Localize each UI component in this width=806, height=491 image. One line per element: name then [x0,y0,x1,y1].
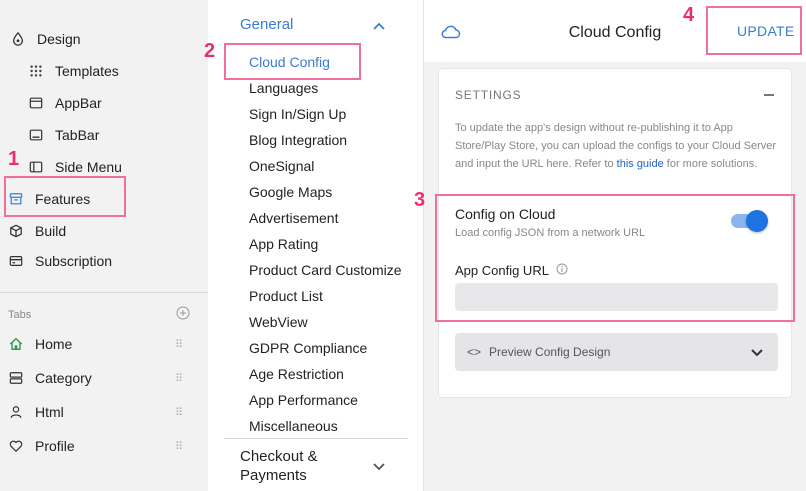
tab-item-label: Html [35,404,64,420]
tab-item-label: Category [35,370,92,386]
home-icon [8,336,24,352]
group-title-checkout[interactable]: Checkout & Payments [240,447,318,485]
sidebar-divider [0,292,208,293]
guide-link[interactable]: this guide [617,158,664,170]
heart-icon [8,438,24,454]
list-item-app-performance[interactable]: App Performance [249,392,358,408]
preview-label: Preview Config Design [489,345,611,359]
list-item-sign-in[interactable]: Sign In/Sign Up [249,106,346,122]
side-menu-icon [28,159,44,175]
drag-handle-icon[interactable]: ⠿ [175,406,183,419]
list-item-advertisement[interactable]: Advertisement [249,210,338,226]
settings-heading: SETTINGS [455,88,522,102]
list-item-product-list[interactable]: Product List [249,288,323,304]
tab-item-profile[interactable]: Profile [8,433,75,459]
group-title-line: Checkout & [240,448,318,465]
design-icon [10,31,26,47]
annotation-box-update [706,6,802,55]
tab-item-html[interactable]: Html [8,399,64,425]
list-item-blog-integration[interactable]: Blog Integration [249,132,347,148]
sidebar-item-label: AppBar [55,95,102,111]
sidebar-item-subscription[interactable]: Subscription [8,248,112,274]
person-icon [8,404,24,420]
annotation-number: 2 [204,40,216,62]
description-text: for more solutions. [663,158,758,170]
annotation-box-cloud-config [224,43,361,80]
chevron-up-icon[interactable] [372,18,386,36]
category-icon [8,370,24,386]
sidebar-item-templates[interactable]: Templates [28,58,119,84]
page-title: Cloud Config [568,24,662,41]
list-item-google-maps[interactable]: Google Maps [249,184,332,200]
tab-item-category[interactable]: Category [8,365,92,391]
list-item-languages[interactable]: Languages [249,80,318,96]
collapse-icon[interactable] [764,94,774,96]
tabs-section-header: Tabs [8,306,190,323]
list-item-age-restriction[interactable]: Age Restriction [249,366,344,382]
list-item-webview[interactable]: WebView [249,314,308,330]
tabs-section-label: Tabs [8,308,32,321]
appbar-icon [28,95,44,111]
tab-item-label: Profile [35,438,75,454]
sidebar-item-appbar[interactable]: AppBar [28,90,102,116]
tab-item-home[interactable]: Home [8,331,72,357]
annotation-box-config-on-cloud [435,194,795,322]
list-item-product-card[interactable]: Product Card Customize [249,262,402,278]
card-icon [8,253,24,269]
tab-item-label: Home [35,336,73,352]
drag-handle-icon[interactable]: ⠿ [175,440,183,453]
preview-config-button[interactable]: <> Preview Config Design [455,333,778,371]
grid-icon [28,63,44,79]
group-title-line: Payments [240,467,307,484]
sidebar-item-label: Subscription [35,253,113,269]
sidebar-item-label: Side Menu [55,159,122,175]
sidebar-item-label: Design [37,31,81,47]
sidebar-item-tabbar[interactable]: TabBar [28,122,99,148]
cloud-icon [440,24,462,44]
drag-handle-icon[interactable]: ⠿ [175,372,183,385]
settings-description: To update the app's design without re-pu… [455,119,781,173]
chevron-down-icon [750,347,764,361]
cube-icon [8,223,24,239]
sidebar-item-label: TabBar [55,127,100,143]
sidebar: Design Templates AppBar TabBar Side Menu… [0,0,208,491]
sidebar-item-build[interactable]: Build [8,218,66,244]
chevron-down-icon[interactable] [372,459,386,477]
sidebar-item-label: Build [35,223,67,239]
list-divider [224,438,408,439]
add-tab-icon[interactable] [176,306,190,323]
annotation-number: 3 [414,189,426,211]
annotation-box-features [4,176,126,217]
tabbar-icon [28,127,44,143]
annotation-number: 4 [683,4,695,26]
list-item-gdpr[interactable]: GDPR Compliance [249,340,367,356]
group-title-general[interactable]: General [240,16,293,33]
list-item-onesignal[interactable]: OneSignal [249,158,314,174]
sidebar-item-label: Templates [55,63,119,79]
list-item-app-rating[interactable]: App Rating [249,236,318,252]
code-icon: <> [467,345,482,359]
drag-handle-icon[interactable]: ⠿ [175,338,183,351]
list-item-miscellaneous[interactable]: Miscellaneous [249,418,338,434]
annotation-number: 1 [8,148,20,170]
sidebar-item-design[interactable]: Design [10,26,81,52]
